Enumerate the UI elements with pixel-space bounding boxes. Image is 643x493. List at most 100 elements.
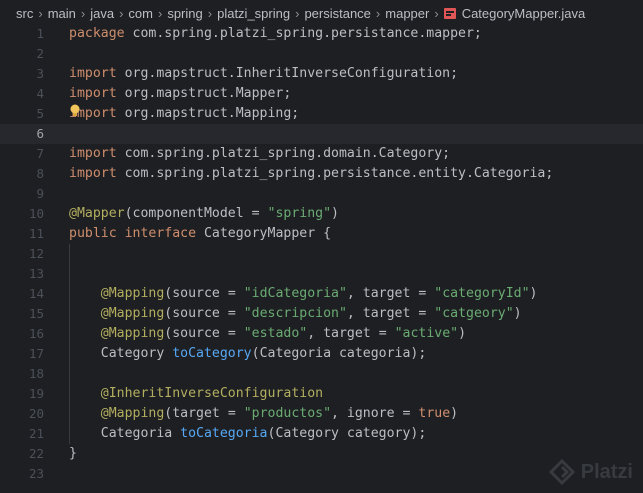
code-text: public interface CategoryMapper { <box>69 224 331 244</box>
chevron-right-icon: › <box>295 6 300 21</box>
code-text: @Mapping(target = "productos", ignore = … <box>69 404 458 424</box>
code-token: "active" <box>394 326 459 341</box>
code-line[interactable]: 23 <box>0 464 643 484</box>
indent-guide <box>69 244 70 444</box>
line-number: 6 <box>36 126 44 141</box>
code-token: (source = <box>164 306 244 321</box>
breadcrumb-item[interactable]: spring <box>167 6 202 21</box>
code-line[interactable]: 18 <box>0 364 643 384</box>
code-token: Categoria <box>69 426 181 441</box>
chevron-right-icon: › <box>38 6 43 21</box>
code-token: Category <box>69 346 173 361</box>
code-line[interactable]: 12 <box>0 244 643 264</box>
breadcrumb: src › main › java › com › spring › platzi_spring › p… <box>0 0 643 27</box>
code-line[interactable]: 7 import com.spring.platzi_spring.domain.… <box>0 144 643 164</box>
code-token: "productos" <box>243 406 332 421</box>
code-text: } <box>69 444 77 464</box>
code-text: @Mapper(componentModel = "spring") <box>69 204 339 224</box>
code-token: "idCategoria" <box>243 286 347 301</box>
code-token: @Mapping <box>100 326 165 341</box>
code-token: CategoryMapper { <box>203 226 332 241</box>
breadcrumb-item[interactable]: main <box>48 6 76 21</box>
breadcrumb-file[interactable]: CategoryMapper.java <box>462 6 586 21</box>
code-token: ) <box>458 326 467 341</box>
line-number: 20 <box>28 406 44 421</box>
code-token: org.mapstruct.InheritInverseConfiguratio… <box>124 66 459 81</box>
breadcrumb-item[interactable]: mapper <box>385 6 429 21</box>
line-number: 16 <box>28 326 44 341</box>
code-line[interactable]: 1 package com.spring.platzi_spring.persis… <box>0 24 643 44</box>
code-line[interactable]: 15 @Mapping(source = "descripcion", targ… <box>0 304 643 324</box>
code-token: , target = <box>307 326 395 341</box>
code-token: (componentModel = <box>124 206 268 221</box>
code-line[interactable]: 17 Category toCategory(Categoria categor… <box>0 344 643 364</box>
code-line[interactable]: 4 import org.mapstruct.Mapper; <box>0 84 643 104</box>
code-token: "categoryId" <box>434 286 530 301</box>
code-line[interactable]: 2 <box>0 44 643 64</box>
chevron-right-icon: › <box>80 6 86 21</box>
breadcrumb-item[interactable]: com <box>128 6 153 21</box>
code-text: package com.spring.platzi_spring.persist… <box>69 24 482 44</box>
code-token: ) <box>529 286 538 301</box>
code-text: import org.mapstruct.InheritInverseConfi… <box>69 64 458 84</box>
code-token: ) <box>450 406 459 421</box>
code-token: (Category category); <box>267 426 427 441</box>
code-token: , ignore = <box>331 406 419 421</box>
code-token: @Mapping <box>100 286 165 301</box>
code-text: Categoria toCategoria(Category category)… <box>69 424 427 444</box>
breadcrumb-item[interactable]: platzi_spring <box>217 6 290 21</box>
code-line[interactable]: 14 @Mapping(source = "idCategoria", targ… <box>0 284 643 304</box>
code-token: "catgeory" <box>434 306 514 321</box>
chevron-right-icon: › <box>119 6 124 21</box>
code-token: @Mapper <box>69 206 125 221</box>
code-line[interactable]: 13 <box>0 264 643 284</box>
line-number: 17 <box>28 346 44 361</box>
code-token: public interface <box>69 226 204 241</box>
code-token: @Mapping <box>100 406 165 421</box>
code-line[interactable]: 10 @Mapper(componentModel = "spring") <box>0 204 643 224</box>
line-number: 1 <box>36 26 44 41</box>
code-line[interactable]: 11 public interface CategoryMapper { <box>0 224 643 244</box>
code-line[interactable]: 9 <box>0 184 643 204</box>
code-token: , target = <box>346 306 435 321</box>
breadcrumb-item[interactable]: src <box>16 6 33 21</box>
watermark-text: Platzi <box>580 460 633 483</box>
code-line[interactable]: 20 @Mapping(target = "productos", ignore… <box>0 404 643 424</box>
lightbulb-icon[interactable] <box>69 104 81 118</box>
breadcrumb-item[interactable]: java <box>90 6 114 21</box>
line-number: 23 <box>28 466 44 481</box>
code-line[interactable]: 16 @Mapping(source = "estado", target = … <box>0 324 643 344</box>
code-token: (source = <box>164 286 244 301</box>
code-line[interactable]: 8 import com.spring.platzi_spring.persist… <box>0 164 643 184</box>
code-line[interactable]: 19 @InheritInverseConfiguration <box>0 384 643 404</box>
line-number: 8 <box>36 166 44 181</box>
code-token: "descripcion" <box>243 306 347 321</box>
code-line[interactable]: 21 Categoria toCategoria(Category catego… <box>0 424 643 444</box>
line-number: 21 <box>28 426 44 441</box>
line-number: 9 <box>36 186 44 201</box>
code-text: import com.spring.platzi_spring.domain.C… <box>69 144 450 164</box>
code-line[interactable]: 6 <box>0 124 643 144</box>
code-token: import <box>69 146 125 161</box>
code-line[interactable]: 22} <box>0 444 643 464</box>
code-line[interactable]: 3 import org.mapstruct.InheritInverseConf… <box>0 64 643 84</box>
code-token: ) <box>513 306 522 321</box>
chevron-right-icon: › <box>207 6 213 21</box>
line-number: 7 <box>36 146 44 161</box>
code-line[interactable]: 5 import org.mapstruct.Mapping; <box>0 104 643 124</box>
code-token: ) <box>331 206 339 221</box>
code-text: Category toCategory(Categoria categoria)… <box>69 344 427 364</box>
code-token: import <box>69 66 125 81</box>
code-text: @Mapping(source = "idCategoria", target … <box>69 284 538 304</box>
code-editor[interactable]: 1 package com.spring.platzi_spring.persis… <box>0 24 643 493</box>
code-token: (Categoria categoria); <box>251 346 427 361</box>
code-token: } <box>69 446 77 461</box>
line-number: 10 <box>28 206 44 221</box>
code-token: com.spring.platzi_spring.domain.Category… <box>124 146 451 161</box>
code-token: @Mapping <box>100 306 165 321</box>
breadcrumb-item[interactable]: persistance <box>304 6 370 21</box>
